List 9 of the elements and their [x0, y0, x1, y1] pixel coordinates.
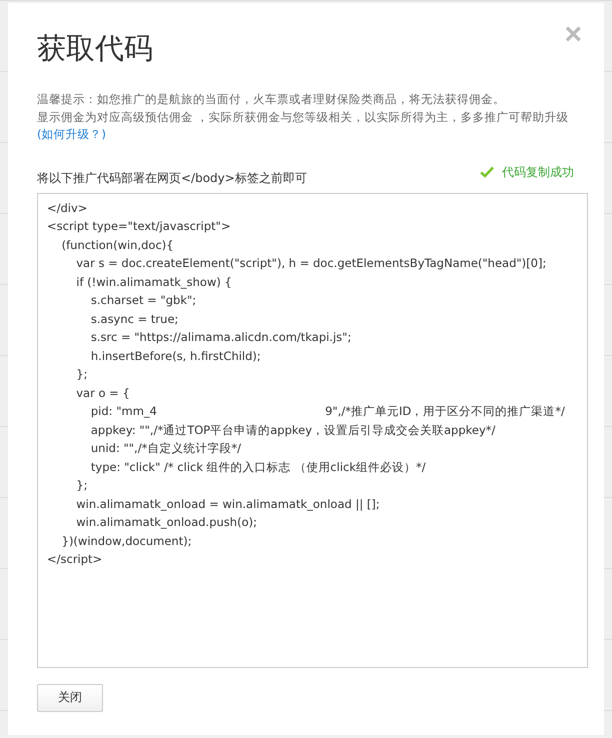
- tip-text: 显示佣金为对应高级预估佣金 ，实际所获佣金与您等级相关，以实际所得为主，多多推广可帮助升级: [37, 108, 570, 126]
- code-field[interactable]: </div> <script type="text/javascript"> (function(win,doc){ var s = doc.createElement("script"), h = doc.getElementsByTagName("head")[0]; if (!win.alimamatk_show) { s.charset = "gbk"; s.async = true; s.src = "https://alimama.alicdn.com/tkapi.js"; h.insertBefore(s, h.firstChild); }; var o = { pid: "mm_4 9",/*推广单元ID，用于区分不同的推广渠道*/ appkey: "",/*通过TOP平台申请的appkey，设置后引导成交会关联appkey*/ unid: "",/*自定义统计字段*/ type: "click" /* click 组件的入口标志 （使用click组件必设）*/ }; win.alimamatk_onload = win.alimamatk_onload || []; win.alimamatk_onload.push(o); })(window,document); </script>: [37, 192, 588, 668]
- code-label: 将以下推广代码部署在网页</body>标签之前即可: [37, 170, 307, 186]
- tip-text: 温馨提示：如您推广的是航旅的当面付，火车票或者理财保险类商品，将无法获得佣金。: [37, 91, 506, 108]
- checkmark-icon: [480, 166, 494, 178]
- close-dialog-button[interactable]: 关闭: [37, 684, 103, 712]
- upgrade-link[interactable]: (如何升级？): [37, 126, 582, 144]
- dialog-title: 获取代码: [37, 30, 153, 67]
- copy-status-text: 代码复制成功: [502, 164, 574, 180]
